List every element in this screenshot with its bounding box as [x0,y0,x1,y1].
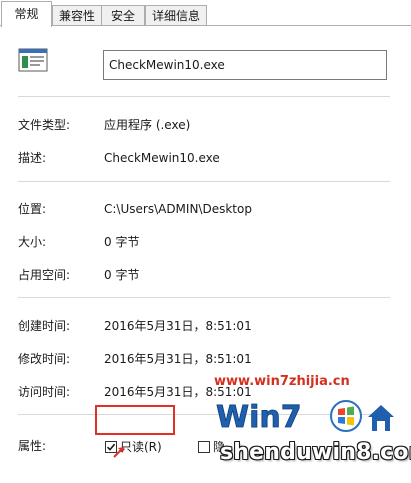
modified-value: 2016年5月31日，8:51:01 [104,352,252,366]
accessed-label: 访问时间: [18,385,71,399]
location-label: 位置: [18,202,47,216]
created-value: 2016年5月31日，8:51:01 [104,319,252,333]
size-on-disk-value: 0 字节 [104,268,140,282]
tab-bar: 常规 兼容性 安全 详细信息 [0,0,411,27]
file-name-input[interactable] [103,50,387,80]
tab-general[interactable]: 常规 [1,1,52,27]
size-on-disk-label: 占用空间: [18,268,71,282]
separator [18,181,390,182]
file-type-label: 文件类型: [18,118,71,132]
description-value: CheckMewin10.exe [104,151,220,165]
watermark-logo-text: Win7 [216,400,302,435]
location-value: C:\Users\ADMIN\Desktop [104,202,252,216]
file-properties-dialog: 常规 兼容性 安全 详细信息 文件类型: 应用程序 (.exe) 描述: Che… [0,0,411,483]
readonly-highlight-box [95,405,175,435]
size-label: 大小: [18,235,47,249]
created-label: 创建时间: [18,319,71,333]
tab-compatibility[interactable]: 兼容性 [52,5,102,25]
separator [18,297,390,298]
hidden-checkbox[interactable] [198,441,210,453]
win7-watermark-logo: Win7 [216,400,394,435]
watermark-url: www.win7zhijia.cn [214,374,350,389]
attributes-label: 属性: [18,439,47,453]
tab-security[interactable]: 安全 [101,5,145,25]
windows-flag-icon [330,400,362,432]
description-label: 描述: [18,151,47,165]
separator [18,96,390,97]
file-type-value: 应用程序 (.exe) [104,118,191,132]
exe-file-icon [18,48,48,72]
size-value: 0 字节 [104,235,140,249]
tab-details[interactable]: 详细信息 [145,5,207,25]
red-arrow-icon [113,447,124,458]
watermark-subtext: shenduwin8.com [220,440,411,465]
modified-label: 修改时间: [18,352,71,366]
house-icon [368,405,394,431]
